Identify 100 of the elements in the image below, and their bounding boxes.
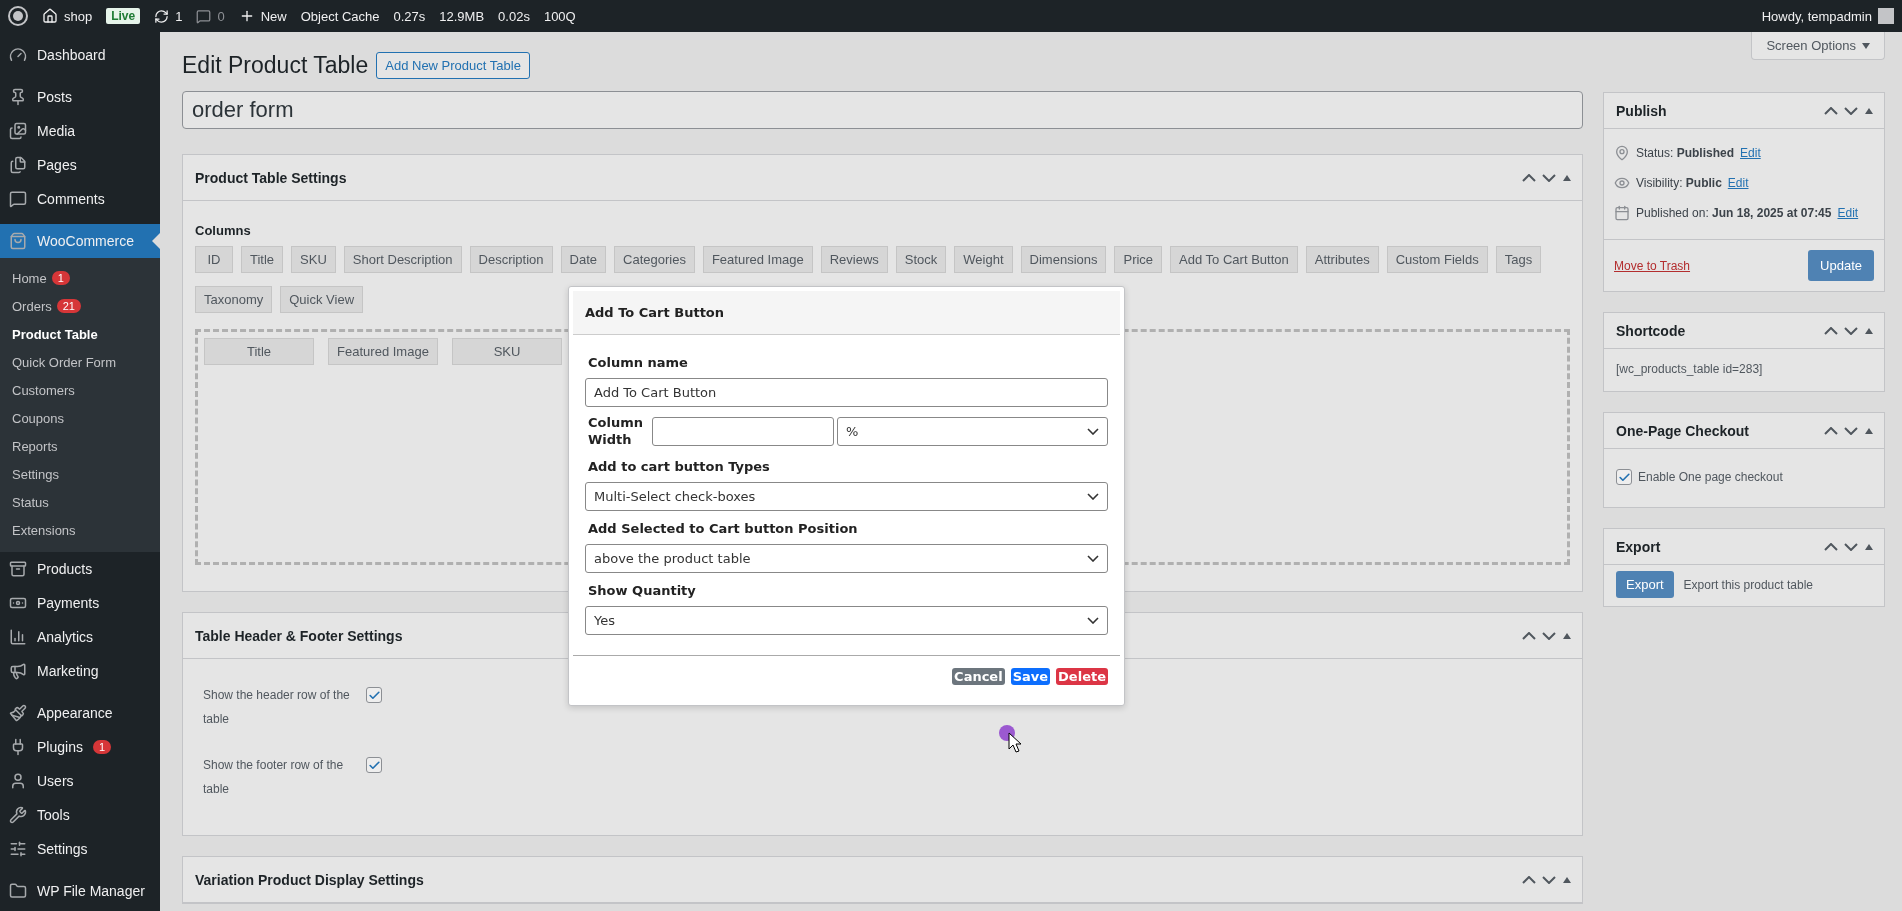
sidebar-item[interactable]: Tools — [0, 798, 160, 832]
column-chip[interactable]: Add To Cart Button — [1170, 246, 1298, 273]
sidebar-item[interactable]: Analytics — [0, 620, 160, 654]
chevron-up-icon[interactable] — [1522, 173, 1536, 182]
dialog-action-button[interactable]: Delete — [1056, 667, 1108, 685]
column-chip[interactable]: Stock — [895, 246, 947, 273]
submenu-item[interactable]: Settings — [0, 460, 160, 488]
text-input-field[interactable]: Add To Cart Button — [585, 378, 1108, 407]
chevron-down-icon[interactable] — [1542, 875, 1556, 884]
submenu-item[interactable]: Home 1 — [0, 264, 160, 292]
site-name-link[interactable]: shop — [64, 8, 93, 24]
new-link[interactable]: New — [260, 8, 287, 24]
sidebar-item[interactable]: Plugins 1 — [0, 730, 160, 764]
sidebar-item[interactable]: Dashboard — [0, 38, 160, 72]
count-badge: 21 — [56, 299, 81, 313]
chevron-down-icon[interactable] — [1542, 173, 1556, 182]
column-chip[interactable]: Weight — [954, 246, 1013, 273]
chevron-down-icon[interactable] — [1542, 631, 1556, 640]
checkbox[interactable] — [1616, 469, 1632, 485]
sidebar-item[interactable]: Users — [0, 764, 160, 798]
sidebar-item[interactable]: Comments — [0, 182, 160, 216]
screen-options-button[interactable]: Screen Options — [1751, 32, 1885, 60]
dropdown-select[interactable]: above the product table — [585, 543, 1108, 573]
mouse-pointer-icon — [998, 724, 1024, 754]
stat-readout[interactable]: 100Q — [543, 8, 576, 24]
chevron-up-icon[interactable] — [1522, 631, 1536, 640]
export-button[interactable]: Export — [1616, 571, 1674, 598]
submenu-item[interactable]: Product Table — [0, 320, 160, 348]
column-chip[interactable]: Attributes — [1305, 246, 1379, 273]
chevron-down-icon[interactable] — [1844, 542, 1858, 551]
dialog-action-button[interactable]: Save — [1010, 667, 1051, 685]
sidebar-item[interactable]: Media — [0, 114, 160, 148]
submenu-item[interactable]: Reports — [0, 432, 160, 460]
column-chip[interactable]: Reviews — [820, 246, 888, 273]
submenu-item[interactable]: Status — [0, 488, 160, 516]
stat-readout[interactable]: 0.27s — [393, 8, 426, 24]
gauge-icon — [9, 46, 27, 64]
chevron-up-icon[interactable] — [1824, 542, 1838, 551]
column-chip[interactable]: Price — [1114, 246, 1163, 273]
chevron-up-icon[interactable] — [1824, 106, 1838, 115]
edit-link[interactable]: Edit — [1837, 206, 1859, 220]
dropdown-select[interactable]: Multi-Select check-boxes — [585, 481, 1108, 511]
sidebar-item[interactable]: WP File Manager — [0, 874, 160, 908]
selected-column-chip[interactable]: Title — [204, 338, 314, 365]
live-badge: Live — [106, 8, 141, 24]
comments-count[interactable]: 0 — [217, 8, 225, 24]
column-chip[interactable]: Tags — [1495, 246, 1542, 273]
updates-count[interactable]: 1 — [175, 8, 183, 24]
column-chip[interactable]: Featured Image — [702, 246, 813, 273]
chevron-down-icon[interactable] — [1844, 326, 1858, 335]
column-chip[interactable]: Short Description — [343, 246, 462, 273]
edit-link[interactable]: Edit — [1740, 146, 1761, 160]
stat-readout[interactable]: 0.02s — [498, 8, 530, 24]
add-new-button[interactable]: Add New Product Table — [376, 52, 530, 79]
checkbox[interactable] — [366, 757, 382, 773]
width-input-field[interactable] — [652, 417, 834, 447]
submenu-item[interactable]: Extensions — [0, 516, 160, 544]
selected-column-chip[interactable]: SKU — [452, 338, 562, 365]
dropdown-select[interactable]: Yes — [585, 605, 1108, 635]
column-chip[interactable]: Quick View — [280, 286, 364, 313]
dialog-action-button[interactable]: Cancel — [952, 667, 1005, 685]
chevron-down-icon[interactable] — [1844, 426, 1858, 435]
submenu-item[interactable]: Quick Order Form — [0, 348, 160, 376]
sidebar-item[interactable]: Posts — [0, 80, 160, 114]
column-chip[interactable]: Date — [560, 246, 607, 273]
checkbox[interactable] — [366, 687, 382, 703]
chevron-up-icon[interactable] — [1824, 326, 1838, 335]
column-chip[interactable]: Custom Fields — [1386, 246, 1488, 273]
selected-column-chip[interactable]: Featured Image — [328, 338, 438, 365]
column-chip[interactable]: ID — [195, 246, 233, 273]
submenu-item[interactable]: Orders 21 — [0, 292, 160, 320]
sidebar-item[interactable]: Marketing — [0, 654, 160, 688]
column-chip[interactable]: Title — [241, 246, 284, 273]
title-input-field[interactable]: order form — [182, 91, 1583, 129]
chevron-up-icon[interactable] — [1824, 426, 1838, 435]
publish-detail: Status: Published — [1636, 146, 1735, 160]
submenu-item[interactable]: Coupons — [0, 404, 160, 432]
column-chip[interactable]: Categories — [614, 246, 695, 273]
sidebar-item[interactable]: Pages — [0, 148, 160, 182]
chevron-down-icon[interactable] — [1844, 106, 1858, 115]
sidebar-item[interactable]: WooCommerce — [0, 224, 160, 258]
edit-link[interactable]: Edit — [1727, 176, 1749, 190]
sidebar-item[interactable]: Payments — [0, 586, 160, 620]
column-chip[interactable]: SKU — [291, 246, 336, 273]
column-chip[interactable]: Description — [469, 246, 553, 273]
sidebar-item[interactable]: Settings — [0, 832, 160, 866]
column-chip[interactable]: Dimensions — [1020, 246, 1107, 273]
columns-label: Columns — [195, 223, 252, 238]
stat-readout[interactable]: 12.9MB — [439, 8, 485, 24]
update-button[interactable]: Update — [1808, 250, 1874, 281]
unit-select[interactable]: % — [837, 417, 1108, 447]
greeting-link[interactable]: Howdy, tempadmin — [1761, 8, 1872, 24]
column-chip[interactable]: Taxonomy — [195, 286, 273, 313]
move-to-trash-link[interactable]: Move to Trash — [1614, 258, 1691, 273]
object-cache-link[interactable]: Object Cache — [300, 8, 380, 24]
chevron-up-icon[interactable] — [1522, 875, 1536, 884]
archive-icon — [9, 560, 27, 578]
sidebar-item[interactable]: Appearance — [0, 696, 160, 730]
sidebar-item[interactable]: Products — [0, 552, 160, 586]
submenu-item[interactable]: Customers — [0, 376, 160, 404]
